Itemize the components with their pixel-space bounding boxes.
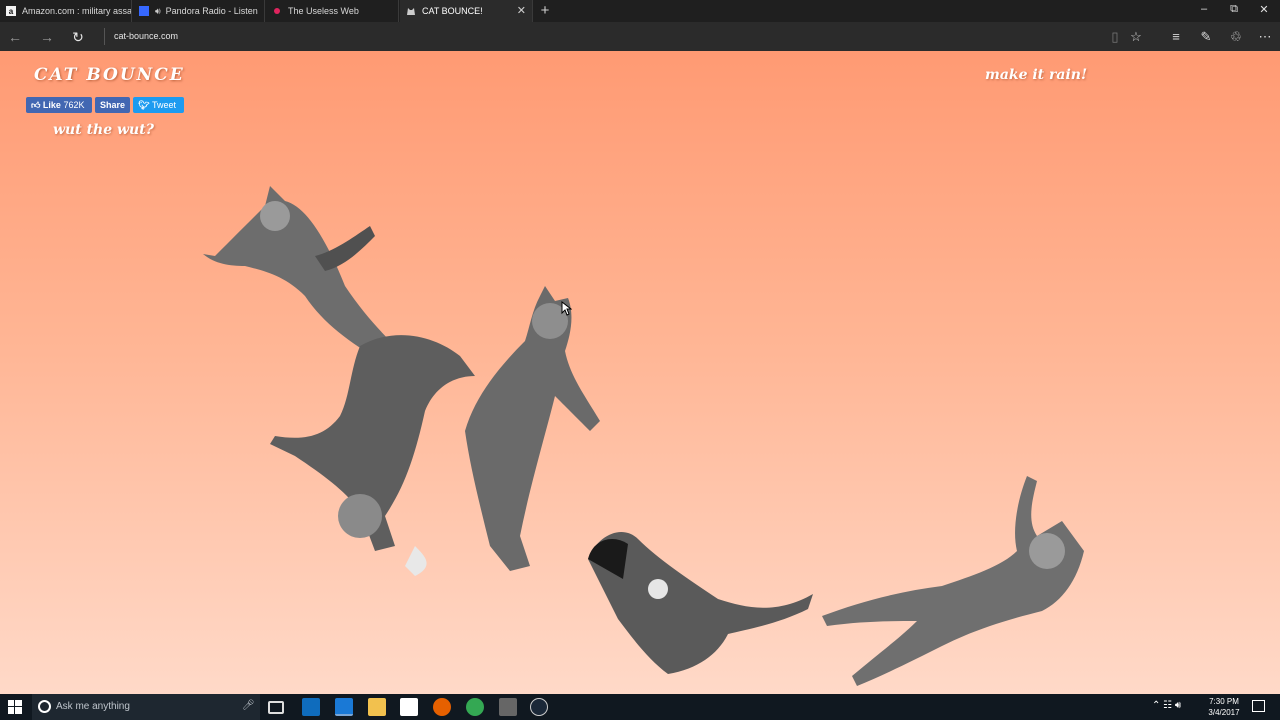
web-page: CAT BOUNCE 👍︎ Like 762K Share 🐦︎ Tweet w…	[0, 51, 1280, 694]
like-label: Like	[42, 100, 61, 110]
edge-icon[interactable]	[335, 698, 353, 716]
taskbar: Ask me anything 🎤︎ ⌃ ☷ 🔊︎ 7:30 PM 3/4/20…	[0, 694, 1280, 720]
pandora-icon	[139, 6, 149, 16]
bouncing-cat-4[interactable]	[578, 519, 818, 679]
web-note-icon[interactable]: ✎	[1196, 27, 1216, 47]
microphone-icon[interactable]: 🎤︎	[242, 700, 255, 711]
subtitle: wut the wut?	[53, 122, 154, 138]
system-tray[interactable]: ⌃ ☷ 🔊︎	[1152, 700, 1181, 711]
cortana-search-box[interactable]: Ask me anything 🎤︎	[32, 694, 260, 720]
tab-title: The Useless Web	[288, 6, 359, 16]
cat-icon	[406, 6, 416, 16]
refresh-icon[interactable]: ↻	[68, 27, 88, 47]
facebook-like-button[interactable]: 👍︎ Like 762K	[26, 97, 92, 113]
restore-icon[interactable]: ⧉	[1224, 3, 1244, 16]
thumbs-up-icon: 👍︎	[31, 100, 41, 110]
steam-icon[interactable]	[530, 698, 548, 716]
hub-icon[interactable]: ≡	[1166, 27, 1186, 47]
tab-cat-bounce[interactable]: CAT BOUNCE! ✕	[400, 0, 533, 22]
audio-icon[interactable]: 🔊︎	[155, 6, 161, 17]
back-icon[interactable]: ←	[5, 27, 25, 47]
like-count: 762K	[63, 100, 85, 110]
clock[interactable]: 7:30 PM 3/4/2017	[1204, 696, 1244, 718]
favorite-star-icon[interactable]: ☆	[1126, 27, 1146, 47]
address-bar-row: ← → ↻ cat-bounce.com ▯ ☆ ≡ ✎ ♲ ⋯	[0, 22, 1280, 51]
search-placeholder: Ask me anything	[56, 701, 130, 712]
tab-useless-web[interactable]: The Useless Web	[266, 0, 399, 22]
chrome-icon[interactable]	[466, 698, 484, 716]
clock-date: 3/4/2017	[1208, 708, 1240, 717]
make-it-rain-link[interactable]: make it rain!	[985, 67, 1087, 83]
amazon-icon: a	[6, 6, 16, 16]
tab-pandora[interactable]: 🔊︎ Pandora Radio - Listen	[133, 0, 265, 22]
new-tab-button[interactable]: +	[536, 2, 554, 19]
twitter-bird-icon: 🐦︎	[138, 100, 150, 110]
bouncing-cat-5[interactable]	[822, 471, 1087, 691]
windows-start-icon[interactable]	[8, 700, 22, 714]
tab-title: CAT BOUNCE!	[422, 6, 483, 16]
reading-view-icon[interactable]: ▯	[1105, 27, 1125, 47]
close-window-icon[interactable]: ✕	[1254, 3, 1274, 16]
outlook-icon[interactable]	[302, 698, 320, 716]
store-icon[interactable]	[400, 698, 418, 716]
mouse-pointer-icon	[561, 301, 572, 316]
tweet-button[interactable]: 🐦︎ Tweet	[133, 97, 184, 113]
share-icon[interactable]: ♲	[1226, 27, 1246, 47]
forward-icon[interactable]: →	[37, 27, 57, 47]
close-tab-icon[interactable]: ✕	[517, 4, 526, 17]
media-app-icon[interactable]	[499, 698, 517, 716]
more-icon[interactable]: ⋯	[1255, 27, 1275, 47]
tab-title: Pandora Radio - Listen	[165, 6, 258, 16]
minimize-icon[interactable]: –	[1194, 3, 1214, 15]
file-explorer-icon[interactable]	[368, 698, 386, 716]
address-field[interactable]: cat-bounce.com	[104, 28, 1004, 45]
notification-center-icon[interactable]	[1252, 700, 1265, 712]
clock-time: 7:30 PM	[1209, 697, 1239, 706]
task-view-icon[interactable]	[268, 701, 284, 714]
firefox-icon[interactable]	[433, 698, 451, 716]
tweet-label: Tweet	[151, 100, 176, 110]
tab-amazon[interactable]: a Amazon.com : military assa	[0, 0, 132, 22]
page-title: CAT BOUNCE	[34, 65, 185, 85]
cortana-icon	[38, 700, 51, 713]
facebook-share-button[interactable]: Share	[95, 97, 130, 113]
useless-web-icon	[272, 6, 282, 16]
tab-bar: a Amazon.com : military assa 🔊︎ Pandora …	[0, 0, 1280, 22]
tab-title: Amazon.com : military assa	[22, 6, 132, 16]
